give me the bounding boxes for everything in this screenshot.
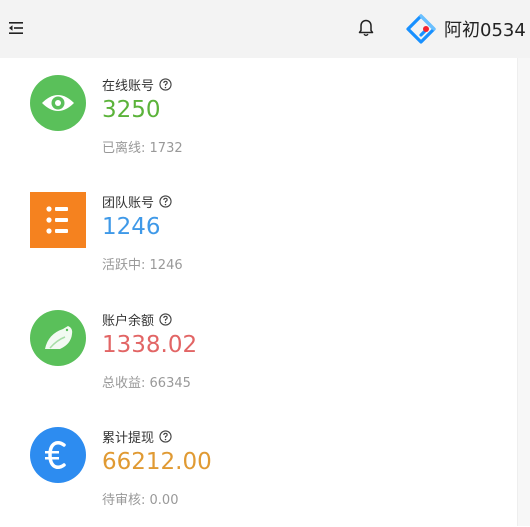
- card-sub-value: 1732: [149, 141, 183, 156]
- list-icon: [30, 192, 86, 248]
- card-value: 1338.02: [102, 332, 198, 358]
- bird-icon: [30, 310, 86, 366]
- card-sub-value: 0.00: [149, 493, 179, 508]
- card-value: 66212.00: [102, 449, 212, 475]
- card-title-text: 团队账号: [102, 196, 155, 211]
- help-icon[interactable]: [159, 195, 172, 208]
- card-account-balance: 账户余额 1338.02 总收益: 66345: [30, 310, 330, 410]
- help-icon[interactable]: [159, 78, 172, 91]
- top-header: 阿初0534: [0, 0, 530, 58]
- help-icon[interactable]: [159, 313, 172, 326]
- card-value: 3250: [102, 97, 161, 123]
- card-sub-value: 1246: [149, 258, 183, 273]
- card-team-accounts: 团队账号 1246 活跃中: 1246: [30, 192, 330, 292]
- card-subtext: 活跃中: 1246: [102, 254, 183, 273]
- card-sub-label: 活跃中:: [102, 258, 146, 273]
- content-area: 在线账号 3250 已离线: 1732 团队账号 1246 活跃中: 1246 …: [0, 58, 530, 526]
- card-title-text: 账户余额: [102, 314, 155, 329]
- user-profile[interactable]: 阿初0534: [406, 12, 526, 46]
- scrollbar[interactable]: [517, 58, 530, 526]
- card-sub-label: 已离线:: [102, 141, 146, 156]
- euro-icon: [30, 427, 86, 483]
- card-subtext: 总收益: 66345: [102, 372, 191, 391]
- card-sub-label: 待审核:: [102, 493, 146, 508]
- card-subtext: 待审核: 0.00: [102, 489, 178, 508]
- card-subtext: 已离线: 1732: [102, 137, 183, 156]
- menu-fold-icon[interactable]: [7, 19, 25, 37]
- card-online-accounts: 在线账号 3250 已离线: 1732: [30, 75, 330, 175]
- card-title: 团队账号: [102, 192, 172, 211]
- card-total-withdrawal: 累计提现 66212.00 待审核: 0.00: [30, 427, 330, 527]
- card-title-text: 累计提现: [102, 431, 155, 446]
- card-title: 在线账号: [102, 75, 172, 94]
- card-sub-value: 66345: [149, 376, 191, 391]
- bell-icon[interactable]: [356, 18, 376, 38]
- user-name: 阿初0534: [444, 20, 526, 41]
- card-value: 1246: [102, 214, 161, 240]
- card-title-text: 在线账号: [102, 79, 155, 94]
- card-title: 累计提现: [102, 427, 172, 446]
- card-title: 账户余额: [102, 310, 172, 329]
- logo-icon: [406, 14, 436, 44]
- card-sub-label: 总收益:: [102, 376, 146, 391]
- eye-icon: [30, 75, 86, 131]
- help-icon[interactable]: [159, 430, 172, 443]
